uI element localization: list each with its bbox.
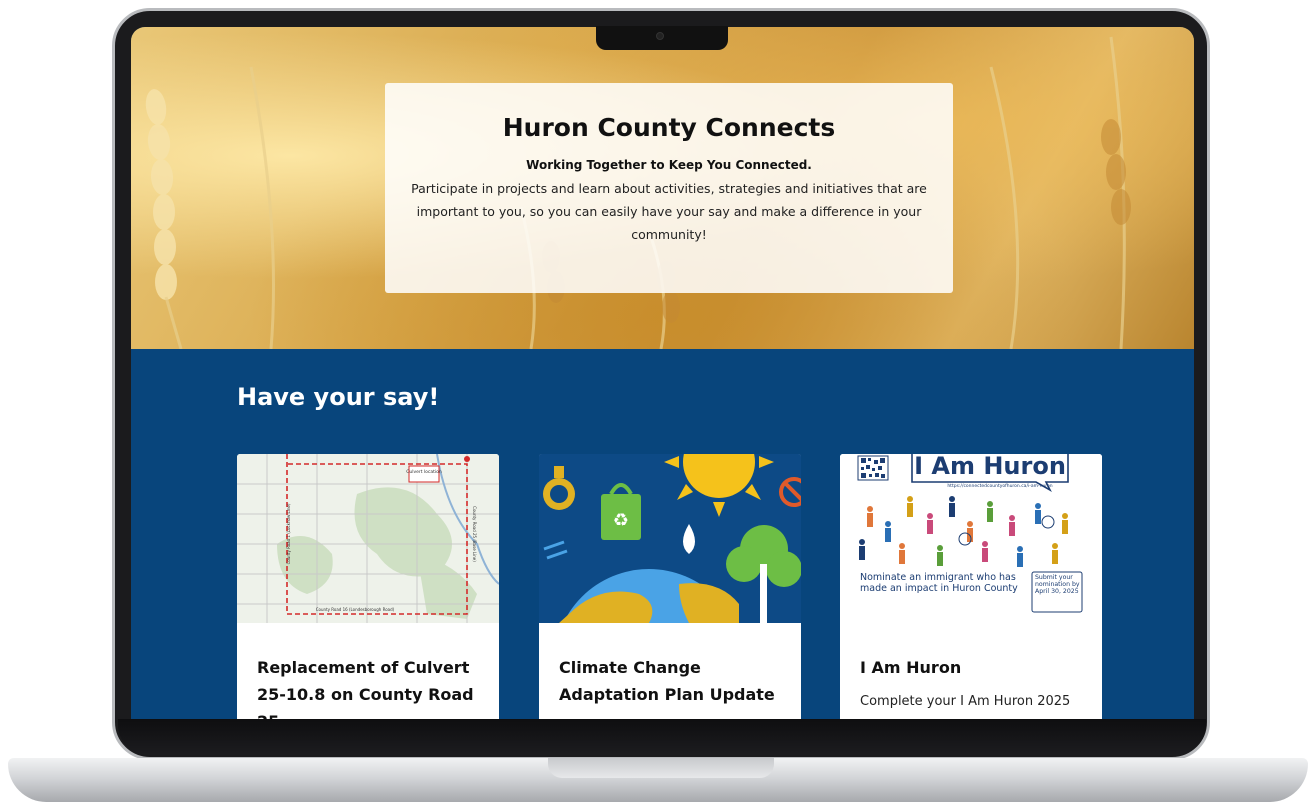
laptop-screen: Huron County Connects Working Together t… [131,27,1194,719]
qr-code-icon [857,455,889,481]
page-title: Huron County Connects [502,113,836,142]
card-title[interactable]: Replacement of Culvert 25-10.8 on County… [257,654,485,719]
climate-illustration: ♻ [539,454,801,623]
hero-card: Huron County Connects Working Together t… [385,83,953,293]
road-label-right: County Road 25 (Base Line) [472,506,477,562]
project-card-i-am-huron[interactable]: I Am Huron https://connectedcountyofhuro… [840,454,1102,719]
i-am-huron-poster: I Am Huron https://connectedcountyofhuro… [840,454,1102,623]
poster-banner-text: I Am Huron [914,454,1066,480]
card-description: Complete your I Am Huron 2025 [860,694,1071,709]
culvert-map-image: Culvert location County Road 1 (Lucknow … [237,454,499,623]
culvert-label: Culvert location [406,469,442,475]
poster-url: https://connectedcountyofhuron.ca/i-am-h… [947,483,1052,489]
project-card-culvert[interactable]: Culvert location County Road 1 (Lucknow … [237,454,499,719]
svg-text:♻: ♻ [613,510,629,531]
camera-icon [656,32,664,40]
card-title[interactable]: I Am Huron [860,654,1088,681]
screen-bezel-bottom [118,719,1206,755]
poster-caption: Nominate an immigrant who has made an im… [860,572,1018,594]
camera-notch [596,26,728,50]
laptop-opening-notch [548,758,774,778]
hero-description: Participate in projects and learn about … [411,181,927,242]
card-title[interactable]: Climate Change Adaptation Plan Update [559,654,787,708]
hero-subtitle: Working Together to Keep You Connected. [526,158,812,172]
project-card-climate[interactable]: ♻ Climate Change Adaptation Plan Update [539,454,801,719]
road-label-bottom: County Road 16 (Londesborough Road) [316,607,395,612]
road-label-left: County Road 1 (Lucknow Line) [286,503,291,564]
hero-banner: Huron County Connects Working Together t… [131,27,1194,349]
section-heading: Have your say! [237,383,440,411]
poster-deadline: Submit your nomination by April 30, 2025 [1035,574,1080,595]
